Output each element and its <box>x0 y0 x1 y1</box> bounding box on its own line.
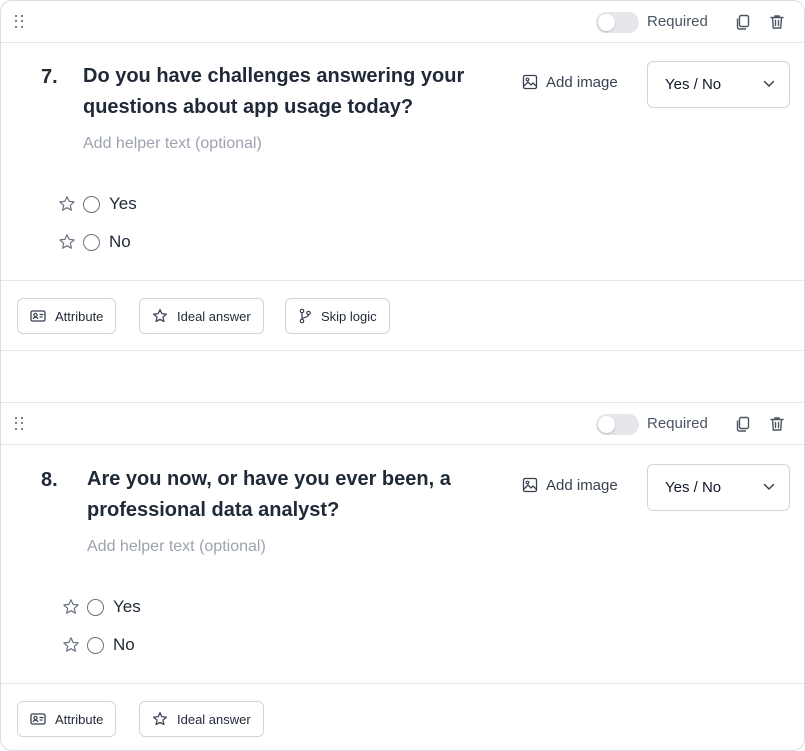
question-title[interactable]: Do you have challenges answering your qu… <box>83 61 503 123</box>
image-icon <box>522 74 538 90</box>
question-number: 8. <box>41 469 58 491</box>
required-label: Required <box>647 415 708 432</box>
copy-icon[interactable] <box>734 13 752 31</box>
ideal-answer-button[interactable]: Ideal answer <box>139 298 264 334</box>
helper-text-input[interactable]: Add helper text (optional) <box>83 135 262 153</box>
card-separator <box>1 352 804 402</box>
question-type-select[interactable]: Yes / No <box>647 464 790 511</box>
git-branch-icon <box>299 308 311 324</box>
id-card-icon <box>30 713 46 725</box>
add-image-label: Add image <box>546 73 618 91</box>
required-toggle[interactable] <box>596 414 639 435</box>
star-icon <box>153 711 167 726</box>
radio-button[interactable] <box>87 636 104 654</box>
trash-icon[interactable] <box>768 415 786 433</box>
question-footer: Attribute Ideal answer <box>1 683 804 750</box>
radio-button[interactable] <box>83 233 100 251</box>
question-number: 7. <box>41 66 58 88</box>
drag-handle-icon[interactable] <box>15 15 27 29</box>
id-card-icon <box>30 310 46 322</box>
add-image-button[interactable]: Add image <box>522 71 618 93</box>
chevron-down-icon <box>763 80 775 88</box>
answer-option: No <box>58 231 131 253</box>
chevron-down-icon <box>763 483 775 491</box>
ideal-answer-label: Ideal answer <box>177 711 251 727</box>
attribute-button[interactable]: Attribute <box>17 298 117 334</box>
answer-option: Yes <box>62 596 141 618</box>
answer-option: Yes <box>58 193 137 215</box>
star-icon[interactable] <box>62 636 80 654</box>
helper-text-input[interactable]: Add helper text (optional) <box>87 538 266 556</box>
image-icon <box>522 477 538 493</box>
radio-button[interactable] <box>83 195 100 213</box>
question-toolbar: Required <box>1 403 804 445</box>
radio-button[interactable] <box>87 598 104 616</box>
attribute-label: Attribute <box>55 711 104 727</box>
trash-icon[interactable] <box>768 13 786 31</box>
attribute-label: Attribute <box>55 308 104 324</box>
question-type-value: Yes / No <box>665 479 722 496</box>
question-card-8: Required 8. Are you now, or have you eve… <box>1 402 804 750</box>
skip-logic-button[interactable]: Skip logic <box>285 298 390 334</box>
star-icon[interactable] <box>58 233 76 251</box>
survey-editor: Required 7. Do you have challenges answe… <box>0 0 805 751</box>
add-image-label: Add image <box>546 476 618 494</box>
option-label[interactable]: Yes <box>113 597 141 617</box>
option-label[interactable]: Yes <box>109 194 137 214</box>
drag-handle-icon[interactable] <box>15 417 27 431</box>
ideal-answer-button[interactable]: Ideal answer <box>139 701 264 737</box>
star-icon <box>153 308 167 323</box>
attribute-button[interactable]: Attribute <box>17 701 117 737</box>
copy-icon[interactable] <box>734 415 752 433</box>
answer-option: No <box>62 634 135 656</box>
ideal-answer-label: Ideal answer <box>177 308 251 324</box>
required-toggle[interactable] <box>596 12 639 33</box>
add-image-button[interactable]: Add image <box>522 474 618 496</box>
question-type-select[interactable]: Yes / No <box>647 61 790 108</box>
star-icon[interactable] <box>62 598 80 616</box>
option-label[interactable]: No <box>109 232 131 252</box>
question-card-7: Required 7. Do you have challenges answe… <box>1 1 804 351</box>
star-icon[interactable] <box>58 195 76 213</box>
question-toolbar: Required <box>1 1 804 43</box>
question-footer: Attribute Ideal answer Skip logic <box>1 280 804 351</box>
question-title[interactable]: Are you now, or have you ever been, a pr… <box>87 464 487 526</box>
question-type-value: Yes / No <box>665 76 722 93</box>
option-label[interactable]: No <box>113 635 135 655</box>
skip-logic-label: Skip logic <box>321 308 377 324</box>
required-label: Required <box>647 13 708 30</box>
